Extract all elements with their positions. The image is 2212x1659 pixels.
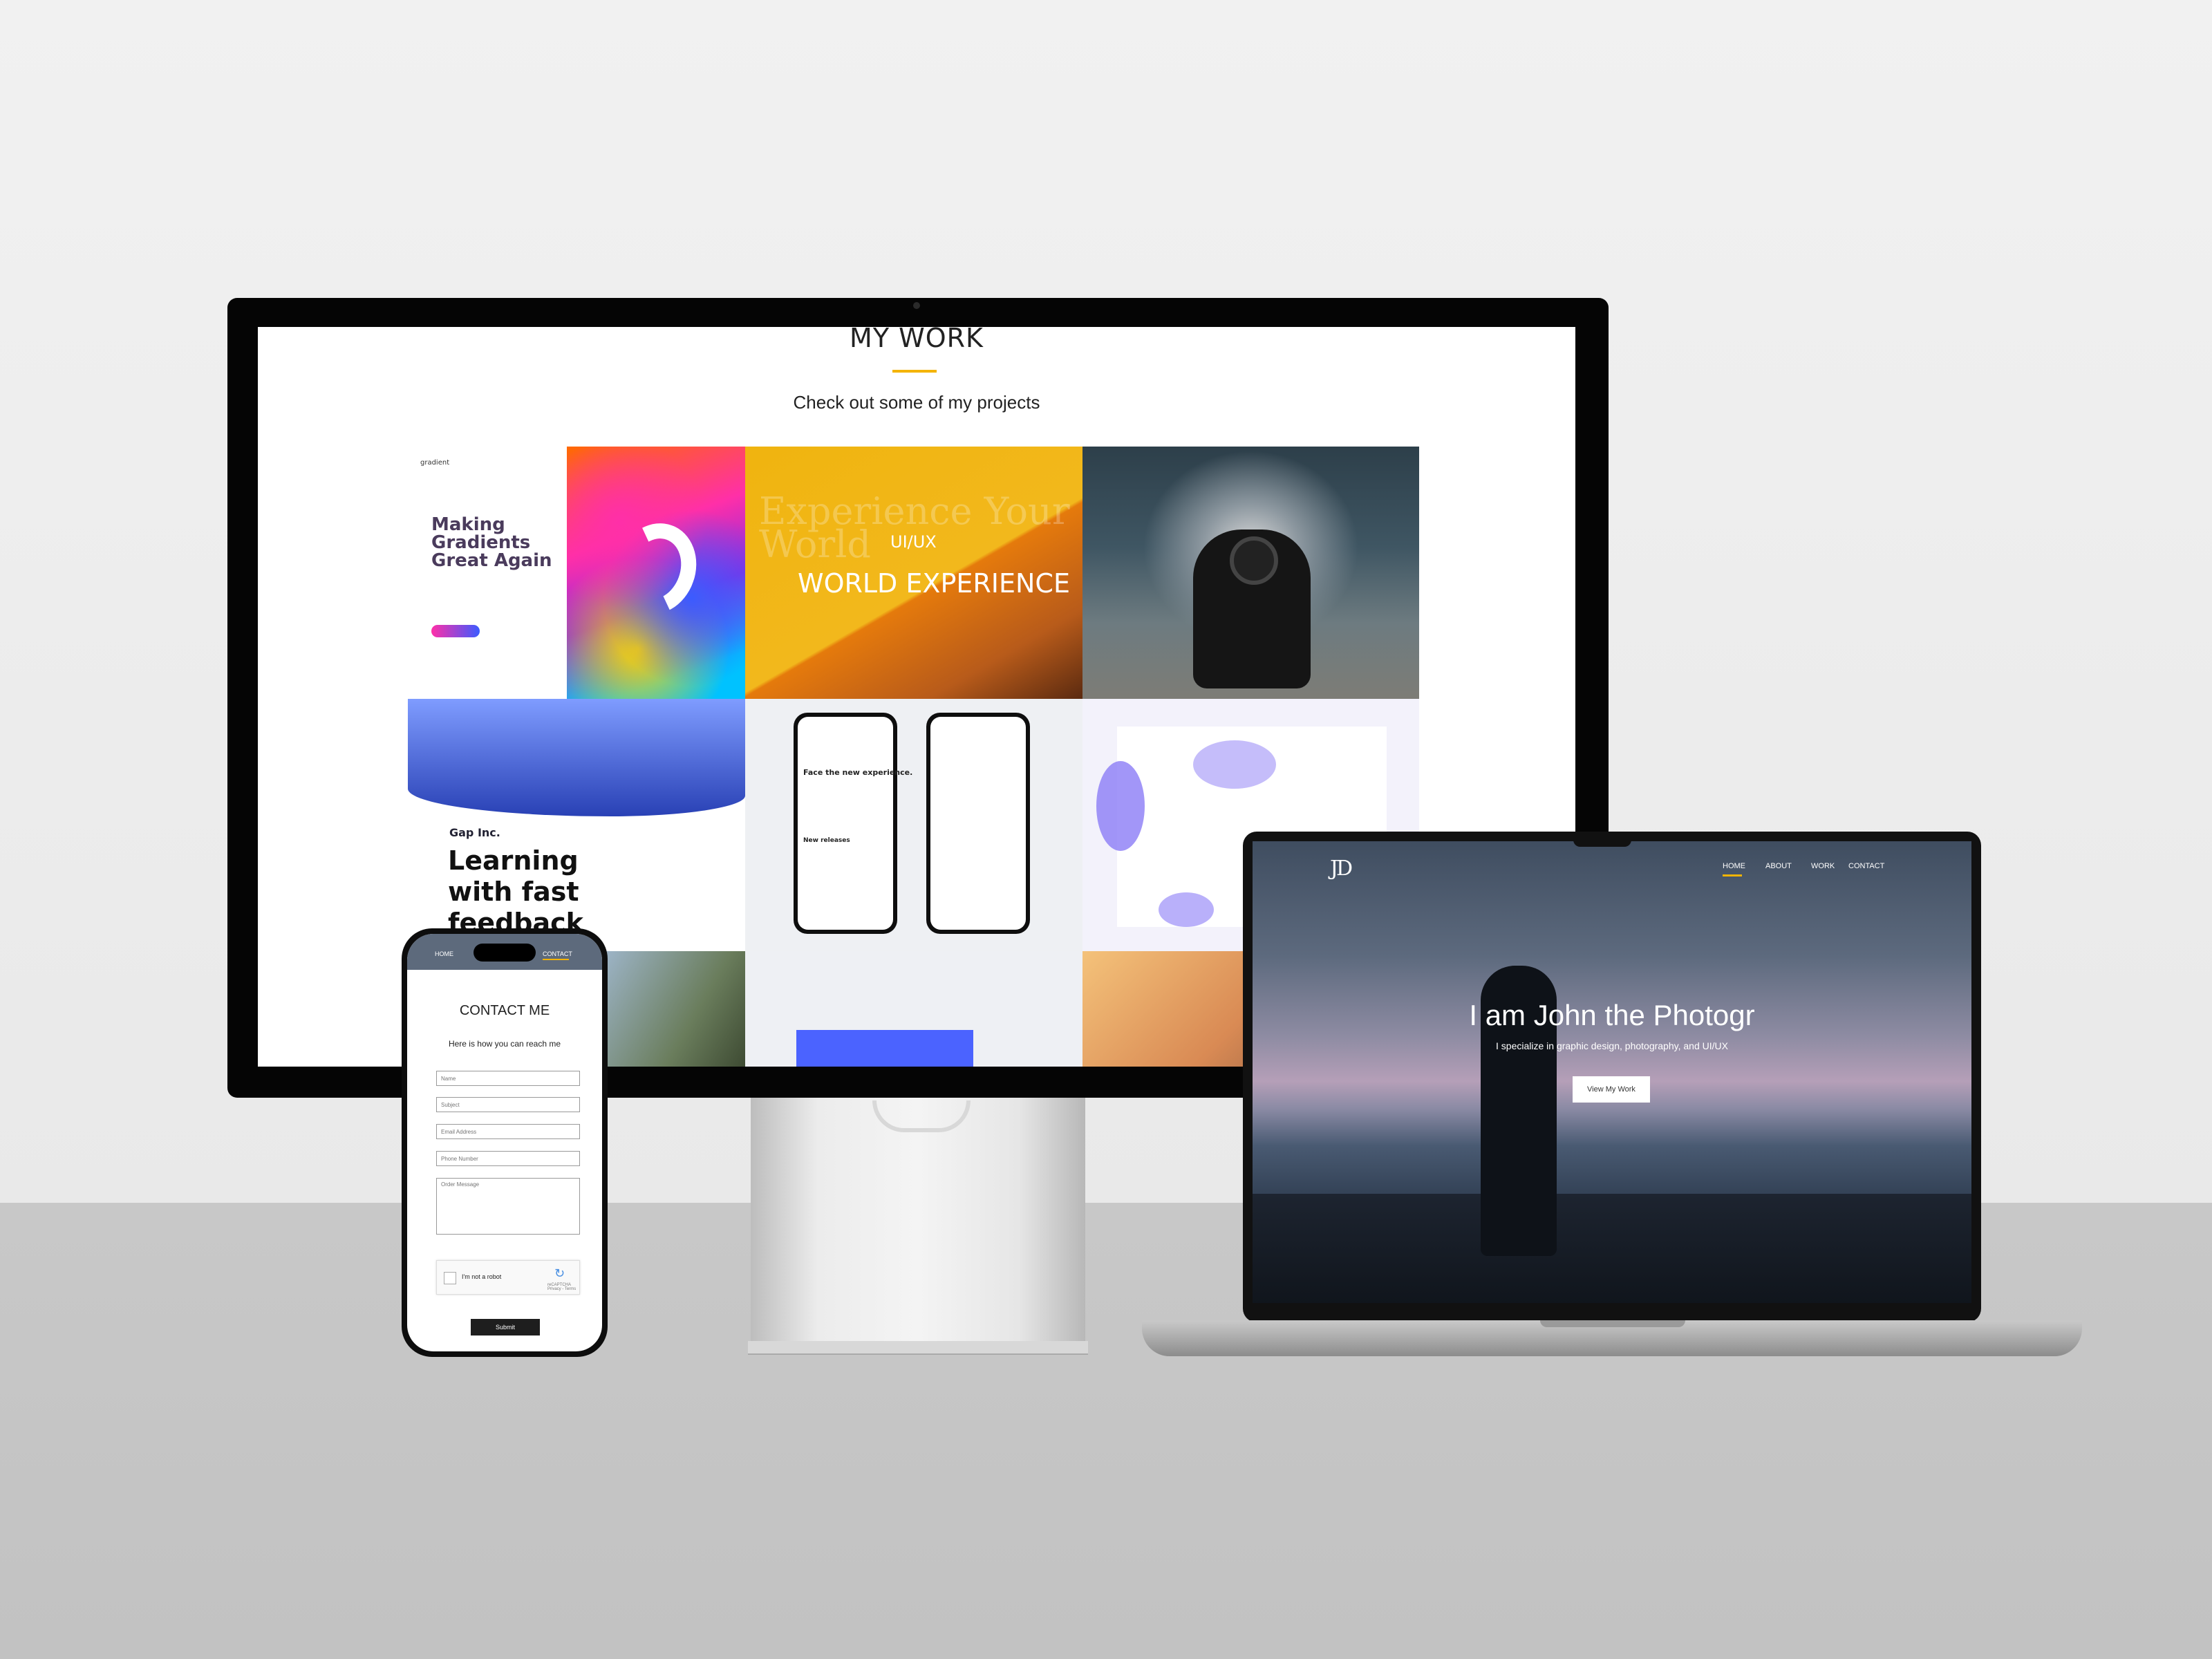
nav-about[interactable]: ABOUT <box>1765 862 1792 870</box>
project-tile-gap[interactable]: Gap Inc. Learning with fast feedback <box>408 699 745 951</box>
nav-contact[interactable]: CONTACT <box>1848 862 1884 870</box>
tile-headline: Learning with fast feedback <box>448 845 583 938</box>
laptop-notch <box>1573 832 1631 847</box>
mini-phone-mockup <box>926 713 1030 934</box>
recaptcha-widget: I'm not a robot ↻ reCAPTCHA Privacy - Te… <box>436 1260 580 1295</box>
contact-title: CONTACT ME <box>459 1003 550 1018</box>
camera-icon <box>913 302 920 309</box>
gradient-logo-glyph <box>603 512 709 626</box>
project-tile-mobile-app[interactable]: Face the new experience. New releases <box>745 699 1082 951</box>
active-nav-indicator <box>543 959 569 960</box>
recipe-card <box>796 1030 973 1067</box>
laptop-lip <box>1540 1320 1685 1327</box>
tile-brand: Gap Inc. <box>449 826 500 839</box>
tile-headline: Making Gradients Great Again <box>431 514 552 571</box>
camera-lens-icon <box>1230 536 1278 585</box>
phone-screen: HOME CONTACT CONTACT ME Here is how you … <box>407 934 602 1351</box>
submit-button[interactable]: Submit <box>471 1319 540 1335</box>
name-field[interactable] <box>436 1071 580 1086</box>
subject-field[interactable] <box>436 1097 580 1112</box>
phone-nav-contact[interactable]: CONTACT <box>543 950 572 957</box>
project-tile-uiux[interactable]: Experience Your World UI/UX WORLD EXPERI… <box>745 447 1082 699</box>
recaptcha-checkbox[interactable] <box>444 1272 456 1284</box>
hero-title: I am John the Photogr <box>1469 999 1755 1031</box>
stand-cutout <box>872 1100 971 1132</box>
laptop-base <box>1142 1320 2082 1356</box>
phone-number-field[interactable] <box>436 1151 580 1166</box>
mockup-headline: Face the new experience. <box>803 768 913 777</box>
contact-subtitle: Here is how you can reach me <box>448 1039 561 1049</box>
nav-home[interactable]: HOME <box>1723 862 1745 870</box>
mini-phone-mockup <box>794 713 897 934</box>
stand-base <box>748 1341 1088 1355</box>
monitor-stand <box>751 1098 1085 1351</box>
section-title: MY WORK <box>850 327 984 353</box>
recaptcha-icon: ↻ <box>554 1266 565 1281</box>
message-field[interactable] <box>436 1178 580 1235</box>
section-subtitle: Check out some of my projects <box>793 392 1040 413</box>
tile-gradient-button <box>431 625 480 637</box>
nav-work[interactable]: WORK <box>1811 862 1835 870</box>
tile-illustration <box>408 699 745 816</box>
decorative-blob <box>1193 740 1276 789</box>
tile-caption-big: WORLD EXPERIENCE <box>798 568 1070 599</box>
tile-logo: gradient <box>420 459 450 467</box>
laptop-screen: JD HOME ABOUT WORK CONTACT I am John the… <box>1253 841 1971 1303</box>
decorative-blob <box>1096 761 1145 851</box>
email-field[interactable] <box>436 1124 580 1139</box>
shoreline <box>1253 1194 1971 1303</box>
view-my-work-button[interactable]: View My Work <box>1573 1076 1650 1103</box>
tile-panel-gradient <box>567 447 745 699</box>
laptop: JD HOME ABOUT WORK CONTACT I am John the… <box>1243 832 1981 1322</box>
smartphone: HOME CONTACT CONTACT ME Here is how you … <box>402 928 608 1357</box>
site-logo[interactable]: JD <box>1330 856 1353 881</box>
title-underline <box>892 370 937 373</box>
active-nav-indicator <box>1723 874 1742 877</box>
tile-caption-small: UI/UX <box>890 532 937 552</box>
tile-panel-left <box>408 447 568 699</box>
phone-nav-home[interactable]: HOME <box>435 950 453 957</box>
decorative-blob <box>1159 892 1214 927</box>
dynamic-island <box>474 944 536 962</box>
project-tile-gradients[interactable]: gradient Making Gradients Great Again <box>408 447 745 699</box>
project-tile-recipe-app[interactable] <box>745 951 1082 1067</box>
mockup-section-label: New releases <box>803 837 850 844</box>
recaptcha-brand: reCAPTCHA Privacy - Terms <box>547 1283 577 1291</box>
recaptcha-label: I'm not a robot <box>462 1273 502 1280</box>
hero-subtitle: I specialize in graphic design, photogra… <box>1496 1040 1728 1051</box>
project-tile-photographer[interactable] <box>1082 447 1419 699</box>
